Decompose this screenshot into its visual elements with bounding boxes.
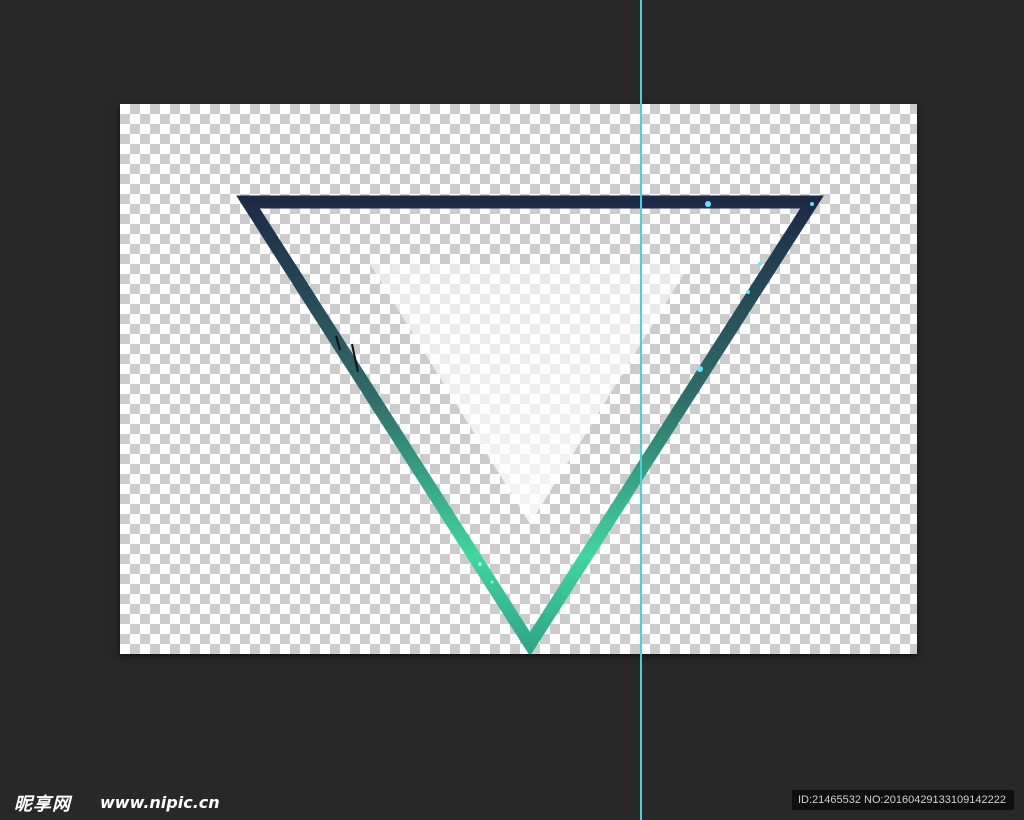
watermark-logo: 昵享网 [14,794,71,815]
document-canvas[interactable] [120,104,917,654]
sparkle-icon [697,366,703,372]
image-id-label: ID:21465532 NO:20160429133109142222 [792,790,1014,810]
sparkle-icon [810,202,814,206]
sparkle-icon [478,562,482,566]
watermark-url: www.nipic.cn [100,793,220,812]
sparkle-icon [490,580,494,584]
sparkle-icon [746,290,750,294]
inner-triangle-icon [370,264,690,524]
sparkle-icon [758,262,762,266]
sparkle-icon [705,201,711,207]
artwork [236,195,824,654]
workspace: 昵享网 www.nipic.cn ID:21465532 NO:20160429… [0,0,1024,820]
guide-line[interactable] [640,0,642,820]
